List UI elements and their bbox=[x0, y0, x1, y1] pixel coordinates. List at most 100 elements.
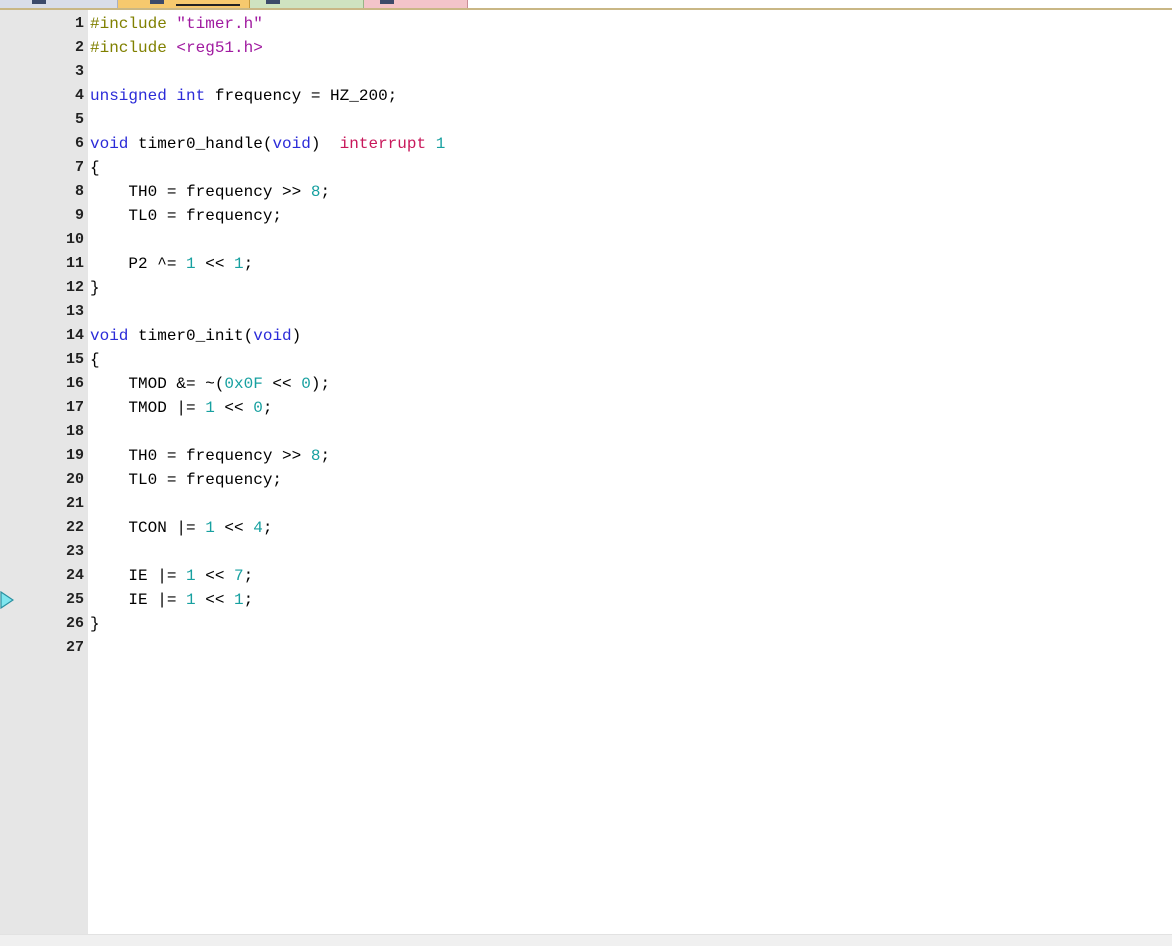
code-line-text: TCON |= 1 << 4; bbox=[90, 516, 272, 540]
code-token: 4 bbox=[253, 519, 263, 537]
code-token: ; bbox=[243, 591, 254, 609]
code-line[interactable]: 2 #include <reg51.h> bbox=[0, 36, 1172, 60]
line-number: 14 bbox=[65, 327, 84, 344]
line-number: 1 bbox=[74, 15, 84, 32]
file-tab-4[interactable] bbox=[364, 0, 468, 8]
code-token: int bbox=[176, 87, 206, 105]
code-line[interactable]: 18 bbox=[0, 420, 1172, 444]
code-token: 0x0F bbox=[224, 375, 263, 393]
code-token: { bbox=[90, 351, 100, 369]
file-tab-1[interactable] bbox=[0, 0, 118, 8]
file-tab-active[interactable] bbox=[118, 0, 250, 8]
code-line[interactable]: 26} bbox=[0, 612, 1172, 636]
code-line[interactable]: 23 bbox=[0, 540, 1172, 564]
line-number: 20 bbox=[65, 471, 84, 488]
code-token: 1 bbox=[234, 591, 244, 609]
code-line[interactable]: 9 TL0 = frequency; bbox=[0, 204, 1172, 228]
code-token: 8 bbox=[310, 447, 321, 465]
code-line-text: unsigned int frequency = HZ_200; bbox=[90, 84, 397, 108]
line-number: 18 bbox=[65, 423, 84, 440]
code-token: TH0 = frequency >> bbox=[90, 183, 311, 201]
file-tab-icon bbox=[32, 0, 46, 4]
code-line-text: TMOD |= 1 << 0; bbox=[90, 396, 272, 420]
code-line[interactable]: 22 TCON |= 1 << 4; bbox=[0, 516, 1172, 540]
code-line[interactable]: 25 IE |= 1 << 1; bbox=[0, 588, 1172, 612]
code-token: TCON |= bbox=[90, 519, 206, 537]
code-token: TMOD &= ~( bbox=[90, 375, 225, 393]
line-number: 11 bbox=[65, 255, 84, 272]
code-token: TH0 = frequency >> bbox=[90, 447, 311, 465]
code-token: P2 ^= bbox=[90, 255, 187, 273]
line-number: 5 bbox=[74, 111, 84, 128]
code-line-text: #include <reg51.h> bbox=[90, 36, 263, 60]
line-number: 3 bbox=[74, 63, 84, 80]
line-number: 7 bbox=[74, 159, 84, 176]
code-line-text: { bbox=[90, 156, 100, 180]
status-bar bbox=[0, 934, 1172, 946]
file-tab-icon bbox=[266, 0, 280, 4]
code-token: } bbox=[90, 279, 100, 297]
code-token: 1 bbox=[205, 399, 215, 417]
code-editor-window: 1 #include "timer.h" 2 #include <reg51.h> 3 4… bbox=[0, 0, 1172, 946]
code-line[interactable]: 13 bbox=[0, 300, 1172, 324]
code-token: 1 bbox=[234, 255, 244, 273]
code-token: << bbox=[195, 255, 235, 273]
code-line[interactable]: 11 P2 ^= 1 << 1; bbox=[0, 252, 1172, 276]
line-number: 16 bbox=[65, 375, 84, 392]
code-token: void bbox=[253, 327, 292, 345]
code-line-text: P2 ^= 1 << 1; bbox=[90, 252, 253, 276]
code-token: 1 bbox=[186, 567, 196, 585]
code-line[interactable]: 15 { bbox=[0, 348, 1172, 372]
code-token: frequency = HZ_200; bbox=[205, 87, 398, 105]
code-token: void bbox=[90, 327, 129, 345]
code-token: ; bbox=[243, 567, 254, 585]
code-token: TL0 = frequency; bbox=[90, 471, 283, 489]
line-number: 8 bbox=[74, 183, 84, 200]
file-tab-3[interactable] bbox=[250, 0, 364, 8]
code-token: 1 bbox=[435, 135, 446, 153]
code-token: IE |= bbox=[90, 591, 187, 609]
code-line[interactable]: 1 #include "timer.h" bbox=[0, 12, 1172, 36]
code-line-text: TL0 = frequency; bbox=[90, 468, 282, 492]
code-line[interactable]: 21 bbox=[0, 492, 1172, 516]
code-token: ) bbox=[310, 135, 340, 153]
line-number: 23 bbox=[65, 543, 84, 560]
code-line-text: TMOD &= ~(0x0F << 0); bbox=[90, 372, 330, 396]
code-line-text: TL0 = frequency; bbox=[90, 204, 282, 228]
code-line-text: void timer0_init(void) bbox=[90, 324, 301, 348]
code-line-text: TH0 = frequency >> 8; bbox=[90, 180, 330, 204]
code-token: << bbox=[195, 567, 235, 585]
line-number: 26 bbox=[65, 615, 84, 632]
code-token: 0 bbox=[301, 375, 311, 393]
code-token: timer0_init( bbox=[128, 327, 254, 345]
code-line[interactable]: 12} bbox=[0, 276, 1172, 300]
code-token: TL0 = frequency; bbox=[90, 207, 283, 225]
code-token: << bbox=[195, 591, 235, 609]
line-number: 21 bbox=[65, 495, 84, 512]
line-number: 15 bbox=[65, 351, 84, 368]
code-token: #include bbox=[90, 39, 177, 57]
code-line[interactable]: 7{ bbox=[0, 156, 1172, 180]
code-token: 1 bbox=[186, 591, 196, 609]
code-token: interrupt bbox=[339, 135, 427, 153]
code-line[interactable]: 20 TL0 = frequency; bbox=[0, 468, 1172, 492]
code-line[interactable]: 10 bbox=[0, 228, 1172, 252]
code-line[interactable]: 16 TMOD &= ~(0x0F << 0); bbox=[0, 372, 1172, 396]
code-line[interactable]: 3 bbox=[0, 60, 1172, 84]
code-line[interactable]: 6 void timer0_handle(void) interrupt 1 bbox=[0, 132, 1172, 156]
code-token: ; bbox=[262, 399, 273, 417]
line-number: 4 bbox=[74, 87, 84, 104]
code-line-text: { bbox=[90, 348, 100, 372]
code-token: <reg51.h> bbox=[176, 39, 263, 57]
code-line[interactable]: 14 void timer0_init(void) bbox=[0, 324, 1172, 348]
code-token: << bbox=[214, 399, 254, 417]
code-line[interactable]: 5 bbox=[0, 108, 1172, 132]
code-line[interactable]: 27 bbox=[0, 636, 1172, 660]
code-line[interactable]: 19 TH0 = frequency >> 8; bbox=[0, 444, 1172, 468]
code-line[interactable]: 4 unsigned int frequency = HZ_200; bbox=[0, 84, 1172, 108]
code-line[interactable]: 17 TMOD |= 1 << 0; bbox=[0, 396, 1172, 420]
code-line[interactable]: 24 IE |= 1 << 7; bbox=[0, 564, 1172, 588]
code-line[interactable]: 8 TH0 = frequency >> 8; bbox=[0, 180, 1172, 204]
code-token: TMOD |= bbox=[90, 399, 206, 417]
code-token: ; bbox=[243, 255, 254, 273]
